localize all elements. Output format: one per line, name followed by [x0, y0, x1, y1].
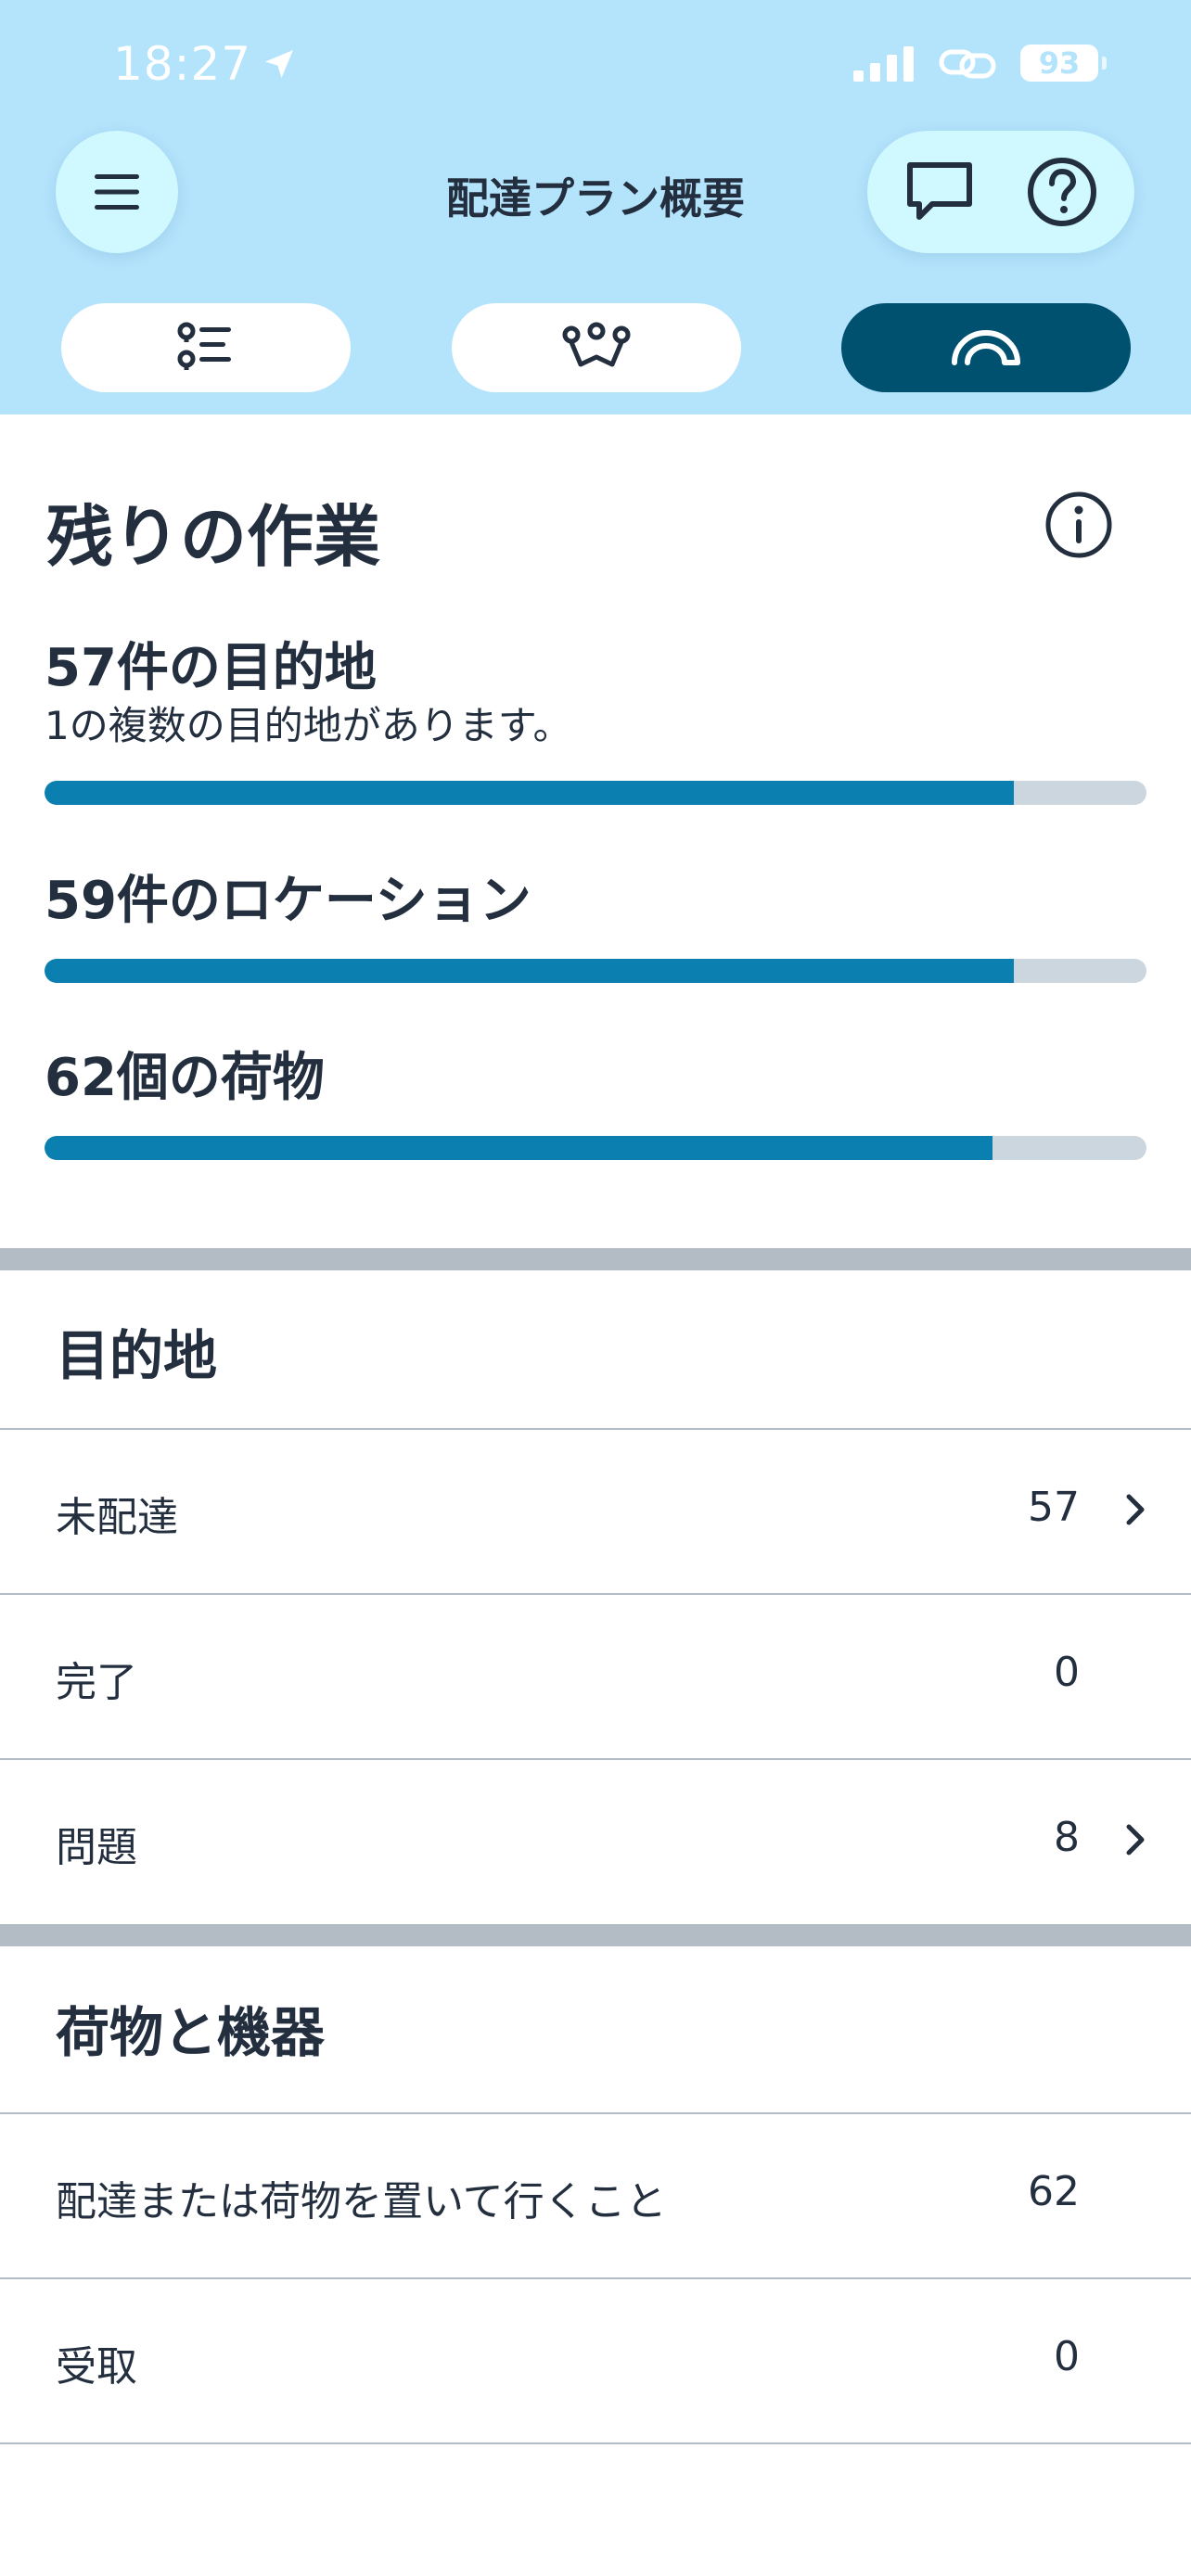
page-title: 配達プラン概要 [446, 173, 745, 223]
chat-button[interactable] [904, 159, 975, 224]
gauge-icon [952, 330, 1020, 365]
chevron-right-icon [1126, 1494, 1145, 1525]
locations-metric-title: 59件のロケーション [45, 871, 531, 931]
chevron-right-icon [1126, 1824, 1145, 1855]
row-delivery-drop-off: 配達または荷物を置いて行くこと 62 [0, 2112, 1191, 2276]
row-value: 8 [1054, 1814, 1080, 1861]
row-label: 問題 [56, 1824, 137, 1871]
row-divider [0, 2442, 1191, 2444]
chat-bubble-icon [906, 162, 972, 220]
row-value: 0 [1054, 2333, 1080, 2380]
destinations-progress-fill [45, 781, 1015, 805]
row-label: 受取 [56, 2343, 137, 2391]
signal-icon [853, 46, 914, 82]
row-label: 完了 [56, 1659, 137, 1706]
row-completed: 完了 0 [0, 1593, 1191, 1756]
destinations-progress-bar [45, 781, 1146, 805]
row-label: 未配達 [56, 1494, 178, 1541]
tab-checklist[interactable] [61, 303, 351, 392]
row-value: 0 [1054, 1649, 1080, 1696]
status-bar: 18:27 93 [0, 0, 1191, 139]
row-pickup: 受取 0 [0, 2277, 1191, 2441]
row-undelivered[interactable]: 未配達 57 [0, 1428, 1191, 1591]
battery-indicator: 93 [1020, 45, 1107, 82]
row-label: 配達または荷物を置いて行くこと [56, 2178, 667, 2225]
section-divider [0, 1924, 1191, 1946]
tab-route-map[interactable] [452, 303, 741, 392]
help-circle-icon [1027, 158, 1096, 226]
hamburger-icon [95, 174, 139, 210]
destinations-metric: 57件の目的地 1の複数の目的地があります。 [45, 636, 1146, 805]
status-indicators: 93 [853, 45, 1107, 82]
packages-progress-fill [45, 1136, 992, 1160]
remaining-work-title: 残りの作業 [46, 498, 381, 576]
section-divider [0, 1248, 1191, 1270]
row-value: 57 [1028, 1484, 1080, 1531]
battery-level: 93 [1038, 45, 1081, 81]
packages-progress-bar [45, 1136, 1146, 1160]
status-time-text: 18:27 [113, 37, 252, 91]
status-time: 18:27 [113, 37, 298, 91]
help-button[interactable] [1026, 156, 1098, 228]
app-header: 18:27 93 配達プラン概要 [0, 0, 1191, 414]
packages-group-title: 荷物と機器 [56, 2001, 326, 2064]
menu-button[interactable] [56, 131, 178, 253]
route-map-icon [562, 322, 631, 367]
row-value: 62 [1028, 2168, 1080, 2215]
destinations-metric-title: 57件の目的地 [45, 638, 377, 698]
locations-progress-bar [45, 959, 1146, 983]
info-icon[interactable] [1044, 490, 1114, 560]
locations-metric: 59件のロケーション [45, 869, 1146, 983]
tab-gauge[interactable] [841, 303, 1131, 392]
destinations-metric-subtitle: 1の複数の目的地があります。 [45, 703, 572, 748]
location-arrow-icon [265, 50, 294, 78]
header-actions [867, 131, 1134, 253]
row-problems[interactable]: 問題 8 [0, 1758, 1191, 1921]
checklist-icon [177, 322, 231, 370]
link-icon [939, 49, 996, 79]
packages-metric-title: 62個の荷物 [45, 1048, 325, 1108]
destinations-group-title: 目的地 [56, 1324, 218, 1387]
packages-metric: 62個の荷物 [45, 1046, 1146, 1160]
locations-progress-fill [45, 959, 1015, 983]
